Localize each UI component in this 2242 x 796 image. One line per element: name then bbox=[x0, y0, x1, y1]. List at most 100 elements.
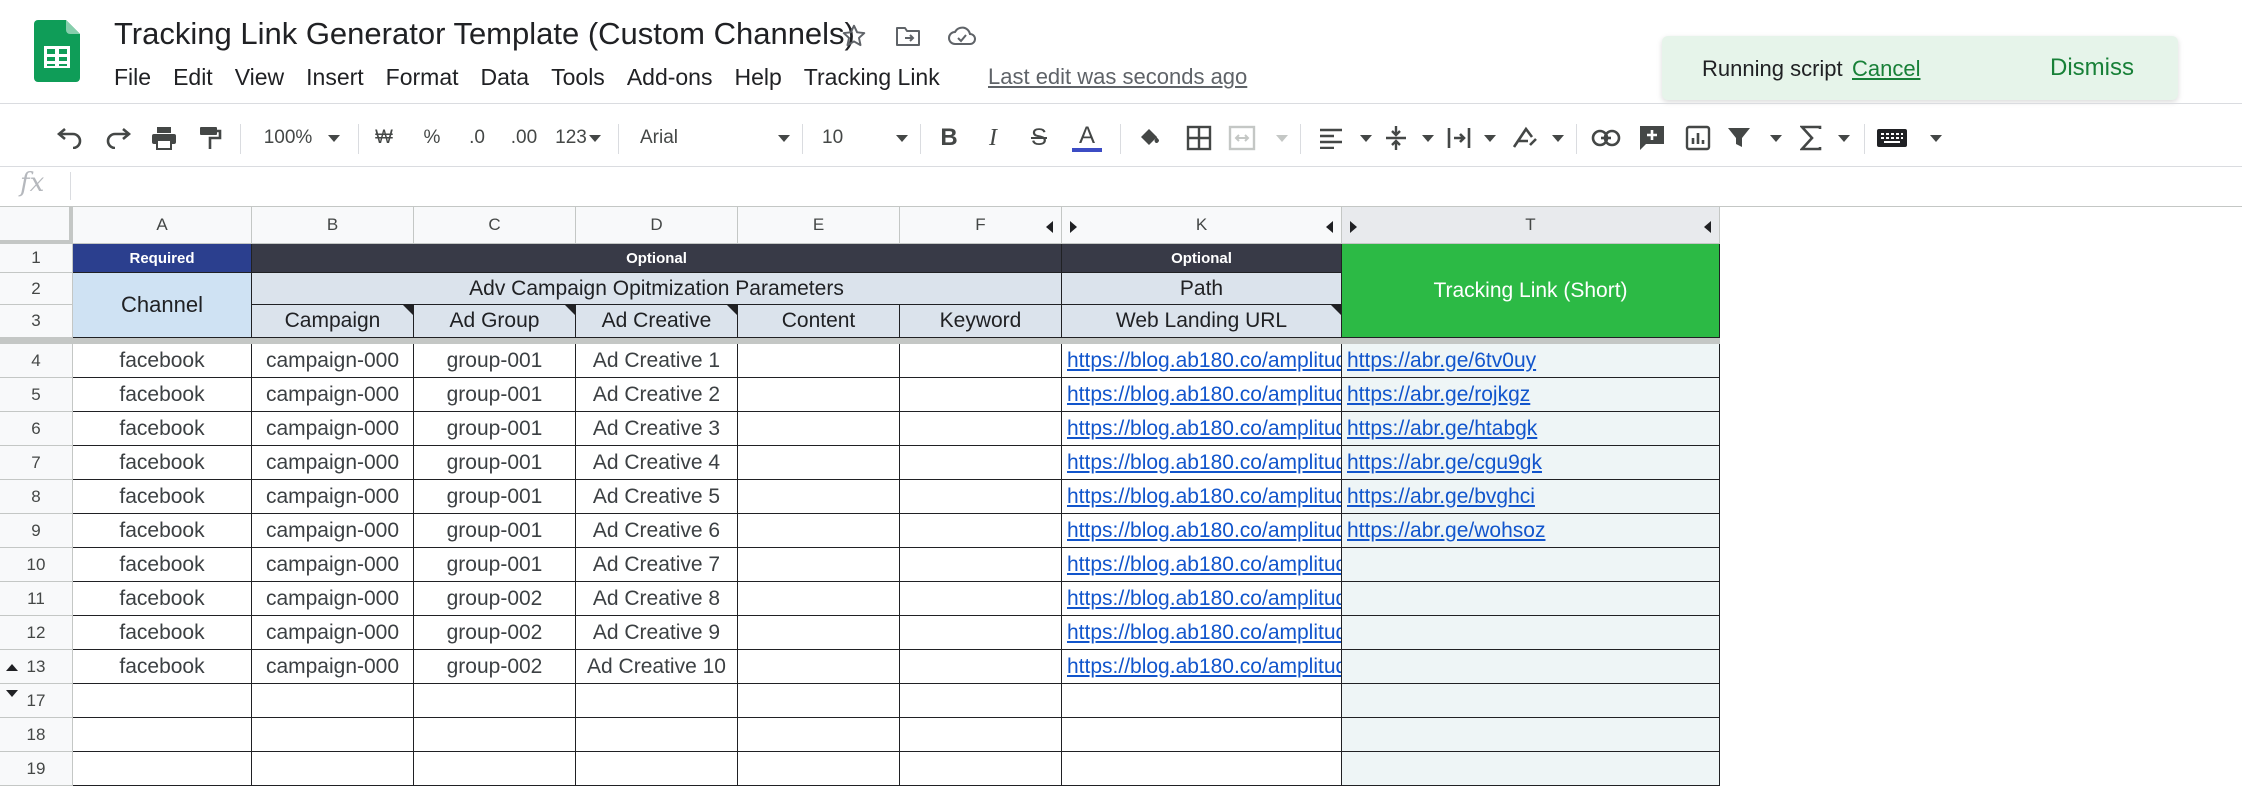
cell-ad-group[interactable]: group-001 bbox=[414, 548, 576, 582]
cell-short[interactable]: https://abr.ge/cgu9gk bbox=[1342, 446, 1720, 480]
cell-short[interactable] bbox=[1342, 548, 1720, 582]
cell-content[interactable] bbox=[738, 480, 900, 514]
decrease-decimal-button[interactable]: .0 bbox=[460, 120, 494, 156]
strikethrough-button[interactable]: S bbox=[1024, 120, 1054, 156]
short-link[interactable]: https://abr.ge/htabgk bbox=[1347, 417, 1537, 441]
empty-cell[interactable] bbox=[414, 718, 576, 752]
text-color-button[interactable]: A bbox=[1070, 120, 1104, 156]
empty-cell[interactable] bbox=[900, 752, 1062, 786]
move-folder-icon[interactable] bbox=[890, 18, 926, 54]
short-link[interactable]: https://abr.ge/bvghci bbox=[1347, 485, 1535, 509]
row-header-18[interactable]: 18 bbox=[0, 718, 73, 752]
formula-input[interactable] bbox=[80, 170, 2220, 202]
empty-cell[interactable] bbox=[900, 718, 1062, 752]
cell-content[interactable] bbox=[738, 548, 900, 582]
empty-cell[interactable] bbox=[1062, 684, 1342, 718]
cell-campaign[interactable]: campaign-000 bbox=[252, 582, 414, 616]
cell-short[interactable] bbox=[1342, 650, 1720, 684]
font-size-select[interactable]: 10 bbox=[822, 120, 908, 156]
cell-url[interactable]: https://blog.ab180.co/amplitud bbox=[1062, 480, 1342, 514]
cell-ad-creative[interactable]: Ad Creative 3 bbox=[576, 412, 738, 446]
empty-cell[interactable] bbox=[576, 718, 738, 752]
cell-ad-group[interactable]: group-001 bbox=[414, 480, 576, 514]
row-header-10[interactable]: 10 bbox=[0, 548, 73, 582]
cell-campaign[interactable]: campaign-000 bbox=[252, 446, 414, 480]
cell-keyword[interactable] bbox=[900, 514, 1062, 548]
cell-url[interactable]: https://blog.ab180.co/amplitud bbox=[1062, 344, 1342, 378]
cell-keyword[interactable] bbox=[900, 582, 1062, 616]
empty-cell[interactable] bbox=[1342, 684, 1720, 718]
menu-view[interactable]: View bbox=[224, 60, 295, 95]
landing-url-link[interactable]: https://blog.ab180.co/amplitud bbox=[1067, 655, 1341, 679]
cell-campaign[interactable]: campaign-000 bbox=[252, 378, 414, 412]
empty-cell[interactable] bbox=[1342, 752, 1720, 786]
row-header-11[interactable]: 11 bbox=[0, 582, 73, 616]
cell-content[interactable] bbox=[738, 650, 900, 684]
text-wrapping-icon[interactable] bbox=[1446, 120, 1496, 156]
cell-channel[interactable]: facebook bbox=[73, 650, 252, 684]
vertical-align-icon[interactable] bbox=[1384, 120, 1434, 156]
empty-cell[interactable] bbox=[738, 752, 900, 786]
cell-campaign[interactable]: campaign-000 bbox=[252, 548, 414, 582]
cell-content[interactable] bbox=[738, 582, 900, 616]
cell-ad-creative[interactable]: Ad Creative 1 bbox=[576, 344, 738, 378]
cell-short[interactable]: https://abr.ge/bvghci bbox=[1342, 480, 1720, 514]
cell-ad-group[interactable]: group-001 bbox=[414, 446, 576, 480]
empty-cell[interactable] bbox=[900, 684, 1062, 718]
short-link[interactable]: https://abr.ge/rojkgz bbox=[1347, 383, 1530, 407]
row-header-6[interactable]: 6 bbox=[0, 412, 73, 446]
cell-channel[interactable]: facebook bbox=[73, 514, 252, 548]
row-header-7[interactable]: 7 bbox=[0, 446, 73, 480]
cell-channel[interactable]: facebook bbox=[73, 344, 252, 378]
empty-cell[interactable] bbox=[1342, 718, 1720, 752]
cell-url[interactable]: https://blog.ab180.co/amplitud bbox=[1062, 412, 1342, 446]
empty-cell[interactable] bbox=[738, 684, 900, 718]
undo-icon[interactable] bbox=[52, 120, 88, 156]
hidden-columns-right-arrow-icon[interactable] bbox=[1350, 221, 1357, 233]
cell-ad-group[interactable]: group-001 bbox=[414, 378, 576, 412]
cell-ad-creative[interactable]: Ad Creative 5 bbox=[576, 480, 738, 514]
select-all-corner[interactable] bbox=[0, 207, 73, 244]
print-icon[interactable] bbox=[146, 120, 182, 156]
cell-channel[interactable]: facebook bbox=[73, 378, 252, 412]
menu-file[interactable]: File bbox=[114, 60, 162, 95]
menu-edit[interactable]: Edit bbox=[162, 60, 224, 95]
borders-icon[interactable] bbox=[1182, 120, 1216, 156]
column-header-f[interactable]: F bbox=[900, 207, 1062, 244]
hidden-columns-left-arrow-icon[interactable] bbox=[1326, 221, 1333, 233]
landing-url-link[interactable]: https://blog.ab180.co/amplitud bbox=[1067, 519, 1341, 543]
document-title[interactable]: Tracking Link Generator Template (Custom… bbox=[114, 16, 855, 52]
cell-short[interactable]: https://abr.ge/htabgk bbox=[1342, 412, 1720, 446]
cell-ad-creative[interactable]: Ad Creative 2 bbox=[576, 378, 738, 412]
row-header-9[interactable]: 9 bbox=[0, 514, 73, 548]
menu-format[interactable]: Format bbox=[375, 60, 470, 95]
empty-cell[interactable] bbox=[73, 684, 252, 718]
row-header-5[interactable]: 5 bbox=[0, 378, 73, 412]
column-header-b[interactable]: B bbox=[252, 207, 414, 244]
cell-ad-creative[interactable]: Ad Creative 8 bbox=[576, 582, 738, 616]
cell-url[interactable]: https://blog.ab180.co/amplitud bbox=[1062, 446, 1342, 480]
insert-chart-icon[interactable] bbox=[1680, 120, 1716, 156]
cell-content[interactable] bbox=[738, 446, 900, 480]
redo-icon[interactable] bbox=[100, 120, 136, 156]
landing-url-link[interactable]: https://blog.ab180.co/amplitud bbox=[1067, 451, 1341, 475]
bold-button[interactable]: B bbox=[934, 120, 964, 156]
toast-cancel-link[interactable]: Cancel bbox=[1852, 56, 1920, 82]
text-rotation-icon[interactable] bbox=[1510, 120, 1564, 156]
cell-content[interactable] bbox=[738, 378, 900, 412]
menu-data[interactable]: Data bbox=[470, 60, 541, 95]
cell-url[interactable]: https://blog.ab180.co/amplitud bbox=[1062, 650, 1342, 684]
italic-button[interactable]: I bbox=[978, 120, 1008, 156]
insert-link-icon[interactable] bbox=[1588, 120, 1624, 156]
currency-format-button[interactable]: ₩ bbox=[370, 120, 398, 156]
cell-keyword[interactable] bbox=[900, 446, 1062, 480]
empty-cell[interactable] bbox=[1062, 718, 1342, 752]
cell-channel[interactable]: facebook bbox=[73, 616, 252, 650]
row-header-8[interactable]: 8 bbox=[0, 480, 73, 514]
landing-url-link[interactable]: https://blog.ab180.co/amplitud bbox=[1067, 383, 1341, 407]
row-header-1[interactable]: 1 bbox=[0, 244, 73, 273]
cell-campaign[interactable]: campaign-000 bbox=[252, 412, 414, 446]
cell-short[interactable] bbox=[1342, 616, 1720, 650]
cell-ad-group[interactable]: group-001 bbox=[414, 412, 576, 446]
empty-cell[interactable] bbox=[73, 752, 252, 786]
